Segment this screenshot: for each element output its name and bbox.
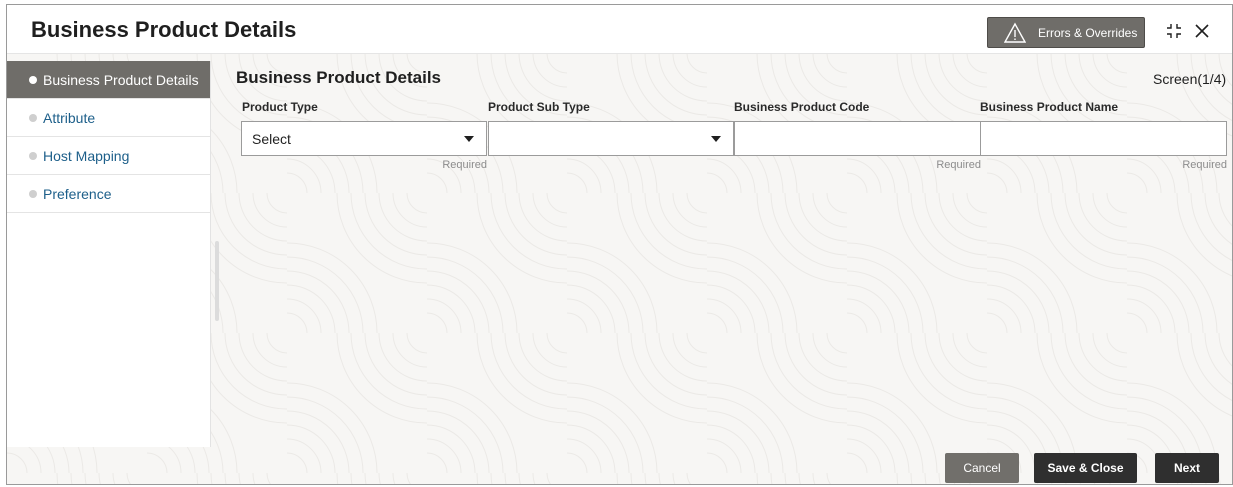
sidebar-item-attribute[interactable]: Attribute [7, 99, 210, 137]
sidebar-item-preference[interactable]: Preference [7, 175, 210, 213]
step-dot-icon [29, 189, 37, 198]
errors-overrides-label: Errors & Overrides [1038, 25, 1138, 40]
section-title: Business Product Details [236, 68, 442, 87]
business-product-code-input[interactable] [734, 121, 981, 156]
sidebar-item-label: Host Mapping [43, 147, 130, 164]
sidebar-item-label: Business Product Details [43, 71, 199, 88]
screen-indicator: Screen(1/4) [1153, 71, 1227, 87]
cancel-button[interactable]: Cancel [945, 453, 1019, 483]
business-product-name-label: Business Product Name [980, 100, 1119, 114]
save-close-button[interactable]: Save & Close [1034, 453, 1137, 483]
business-product-name-input[interactable] [980, 121, 1227, 156]
sidebar-item-label: Attribute [43, 109, 96, 126]
business-product-code-required-hint: Required [936, 159, 981, 171]
business-product-code-label: Business Product Code [734, 100, 870, 114]
product-type-value: Select [252, 130, 291, 147]
product-sub-type-label: Product Sub Type [488, 100, 590, 114]
collapse-icon[interactable] [1166, 23, 1182, 39]
sidebar-nav: Business Product Details Attribute Host … [7, 61, 211, 447]
window-title: Business Product Details [31, 17, 297, 42]
chevron-down-icon [464, 136, 474, 142]
close-icon[interactable] [1194, 23, 1210, 39]
step-dot-icon [29, 113, 37, 122]
sidebar-item-label: Preference [43, 185, 112, 202]
warning-triangle-icon [1004, 22, 1026, 43]
product-type-select[interactable]: Select [241, 121, 487, 156]
product-sub-type-select[interactable] [488, 121, 734, 156]
business-product-details-window: Business Product Details Errors & Overri… [6, 4, 1233, 485]
step-dot-icon [29, 75, 37, 84]
sidebar-item-business-product-details[interactable]: Business Product Details [7, 61, 210, 99]
sidebar-item-host-mapping[interactable]: Host Mapping [7, 137, 210, 175]
chevron-down-icon [711, 136, 721, 142]
business-product-name-required-hint: Required [1182, 159, 1227, 171]
product-type-label: Product Type [242, 100, 318, 114]
step-dot-icon [29, 151, 37, 160]
product-type-required-hint: Required [442, 159, 487, 171]
next-button[interactable]: Next [1155, 453, 1219, 483]
errors-overrides-button[interactable]: Errors & Overrides [987, 17, 1145, 48]
sidebar-resize-handle[interactable] [215, 241, 219, 321]
window-header: Business Product Details Errors & Overri… [7, 5, 1232, 54]
